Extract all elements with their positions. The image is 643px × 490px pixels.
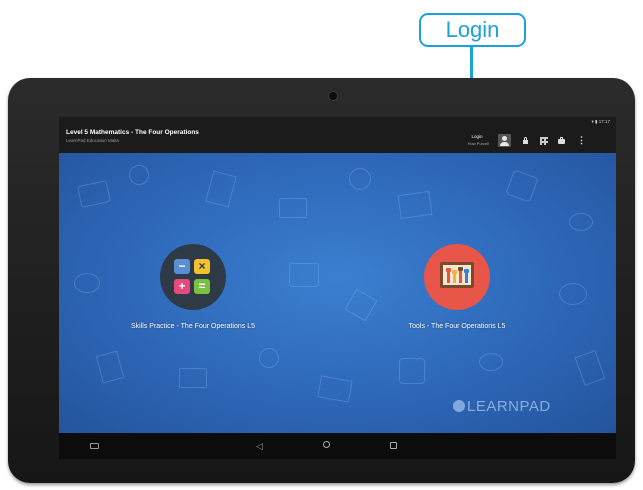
doodle-shape bbox=[129, 165, 149, 185]
tool-icon bbox=[458, 267, 463, 283]
doodle-shape bbox=[289, 263, 319, 287]
board-surface bbox=[443, 265, 471, 285]
tools-app-icon[interactable] bbox=[424, 244, 490, 310]
qr-code-icon[interactable] bbox=[540, 137, 548, 145]
status-time: 17:17 bbox=[598, 119, 610, 124]
doodle-shape bbox=[505, 169, 539, 203]
doodle-shape bbox=[479, 353, 503, 371]
tool-icon bbox=[452, 270, 457, 283]
screenshot-icon[interactable] bbox=[90, 443, 99, 449]
login-user-name: Huw Purcell bbox=[467, 141, 489, 146]
brand-name: LEARNPAD bbox=[467, 398, 551, 415]
app-subtitle: LearnPad Education Malta bbox=[66, 138, 120, 143]
doodle-shape bbox=[205, 170, 237, 208]
doodle-shape bbox=[344, 288, 378, 322]
tool-cap bbox=[464, 269, 469, 273]
doodle-shape bbox=[74, 273, 100, 293]
doodle-shape bbox=[77, 180, 111, 208]
tool-cap bbox=[452, 270, 457, 274]
recent-apps-button[interactable] bbox=[390, 442, 397, 449]
app-title: Level 5 Mathematics - The Four Operation… bbox=[66, 129, 199, 136]
tool-icon bbox=[464, 269, 469, 283]
doodle-shape bbox=[279, 198, 307, 218]
tablet-screen: Level 5 Mathematics - The Four Operation… bbox=[59, 117, 616, 459]
skills-practice-app-label[interactable]: Skills Practice - The Four Operations L5 bbox=[98, 323, 288, 330]
tablet-device: Level 5 Mathematics - The Four Operation… bbox=[8, 78, 635, 483]
user-avatar-button[interactable] bbox=[498, 134, 511, 147]
doodle-shape bbox=[397, 190, 433, 220]
doodle-shape bbox=[317, 375, 353, 403]
learnpad-logo-icon bbox=[453, 400, 465, 412]
system-nav-bar: ◁ bbox=[59, 433, 616, 459]
minus-icon: − bbox=[174, 259, 190, 274]
skills-practice-app-icon[interactable]: − × + = bbox=[160, 244, 226, 310]
avatar-head bbox=[502, 136, 507, 141]
camera-icon bbox=[328, 91, 338, 101]
login-callout: Login bbox=[419, 13, 526, 47]
plus-icon: + bbox=[174, 279, 190, 294]
app-launcher-area: − × + = Skills Practice - The Four Opera… bbox=[59, 153, 616, 433]
doodle-shape bbox=[574, 350, 606, 386]
doodle-shape bbox=[569, 213, 593, 231]
status-bar: ▾ ▮ 17:17 bbox=[591, 119, 610, 124]
doodle-shape bbox=[259, 348, 279, 368]
lock-icon[interactable] bbox=[523, 137, 528, 144]
times-icon: × bbox=[194, 259, 210, 274]
tool-cap bbox=[458, 267, 463, 271]
equals-icon: = bbox=[194, 279, 210, 294]
doodle-shape bbox=[399, 358, 425, 384]
tools-app-label[interactable]: Tools - The Four Operations L5 bbox=[362, 323, 552, 330]
back-button[interactable]: ◁ bbox=[256, 442, 263, 451]
tool-icon bbox=[446, 268, 451, 283]
tools-board-icon bbox=[440, 262, 474, 288]
learnpad-watermark: LEARNPAD bbox=[453, 398, 551, 415]
tool-cap bbox=[446, 268, 451, 272]
home-button[interactable] bbox=[323, 441, 330, 448]
store-bag-icon[interactable] bbox=[558, 137, 565, 144]
doodle-shape bbox=[179, 368, 207, 388]
app-bar: Level 5 Mathematics - The Four Operation… bbox=[59, 117, 616, 153]
doodle-shape bbox=[95, 350, 125, 384]
more-options-icon[interactable]: ⋮ bbox=[577, 136, 586, 145]
login-link[interactable]: Login bbox=[467, 134, 487, 139]
doodle-shape bbox=[559, 283, 587, 305]
avatar-body bbox=[500, 142, 509, 146]
doodle-shape bbox=[349, 168, 371, 190]
